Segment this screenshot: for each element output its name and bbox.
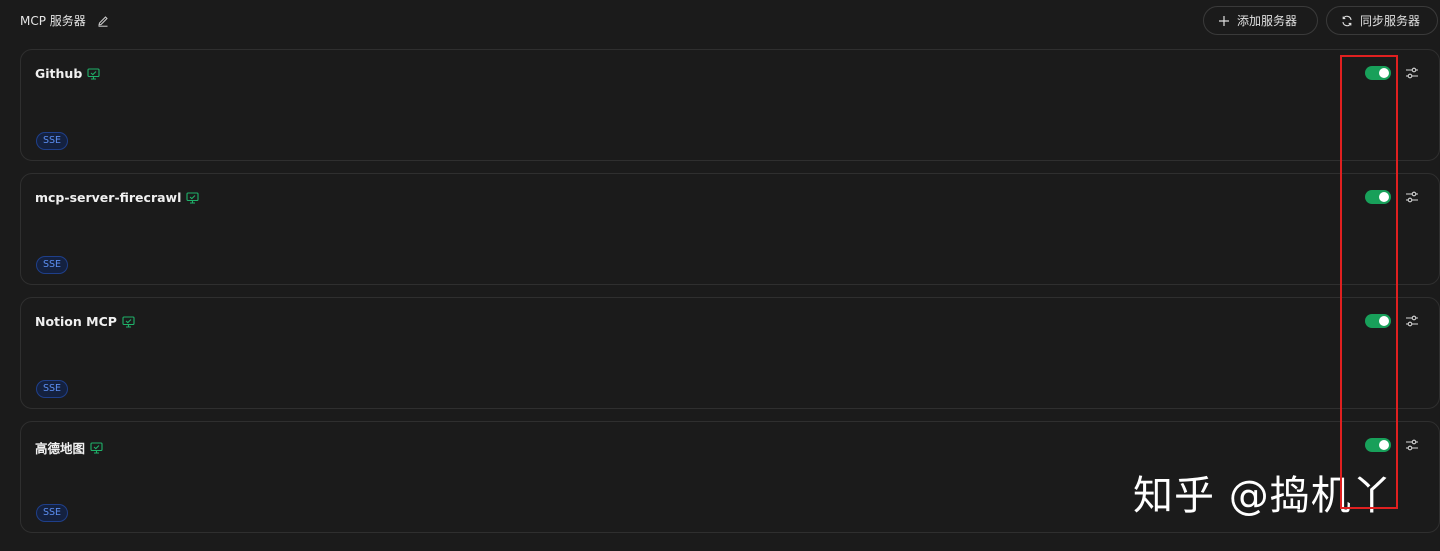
monitor-icon	[122, 315, 135, 328]
add-server-label: 添加服务器	[1237, 14, 1298, 28]
settings-sliders-icon[interactable]	[1405, 66, 1419, 80]
transport-badge: SSE	[36, 256, 69, 274]
server-name-group: 高德地图	[35, 438, 103, 457]
transport-badge: SSE	[36, 504, 69, 522]
settings-sliders-icon[interactable]	[1405, 438, 1419, 452]
settings-sliders-icon[interactable]	[1405, 190, 1419, 204]
page-title: MCP 服务器	[20, 14, 86, 28]
server-card[interactable]: mcp-server-firecrawl SSE	[20, 173, 1440, 285]
monitor-icon	[87, 67, 100, 80]
sync-servers-button[interactable]: 同步服务器	[1326, 6, 1438, 35]
server-name: Github	[35, 66, 83, 81]
page-title-group: MCP 服务器	[20, 12, 109, 29]
sync-icon	[1341, 15, 1353, 27]
plus-icon	[1218, 15, 1230, 27]
add-server-button[interactable]: 添加服务器	[1203, 6, 1318, 35]
settings-sliders-icon[interactable]	[1405, 314, 1419, 328]
annotation-highlight-box	[1340, 55, 1398, 509]
server-name-group: Github	[35, 66, 100, 81]
monitor-icon	[186, 191, 199, 204]
server-card[interactable]: Notion MCP SSE	[20, 297, 1440, 409]
edit-pencil-icon[interactable]	[97, 15, 109, 27]
server-name: Notion MCP	[35, 314, 117, 329]
monitor-icon	[90, 441, 103, 454]
server-name: mcp-server-firecrawl	[35, 190, 182, 205]
sync-servers-label: 同步服务器	[1360, 14, 1421, 28]
transport-badge: SSE	[36, 380, 69, 398]
page-header: MCP 服务器 添加服务器 同步服务器	[0, 0, 1440, 42]
server-name: 高德地图	[35, 441, 86, 456]
server-name-group: Notion MCP	[35, 314, 135, 329]
server-card[interactable]: Github SSE	[20, 49, 1440, 161]
transport-badge: SSE	[36, 132, 69, 150]
server-name-group: mcp-server-firecrawl	[35, 190, 199, 205]
